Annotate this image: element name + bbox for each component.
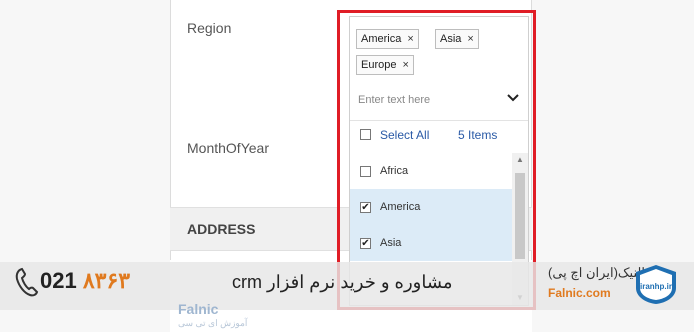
address-section-title: ADDRESS [187, 221, 256, 237]
watermark-logo: Falnic [178, 301, 219, 317]
brand-url: Falnic.com [548, 286, 611, 300]
phone-icon [15, 267, 39, 297]
logo-text: iranhp.ir [640, 282, 672, 291]
phone-prefix: 021 [40, 268, 77, 293]
brand-logo-icon: iranhp.ir [636, 265, 676, 304]
month-of-year-label: MonthOfYear [187, 140, 269, 156]
phone-number: 021 ۸۳۶۳ [40, 268, 130, 294]
banner-text: مشاوره و خرید نرم افزار crm [232, 272, 453, 292]
phone-digits: ۸۳۶۳ [82, 268, 131, 293]
watermark-subtext: آموزش ای تی سی [178, 318, 248, 328]
region-label: Region [187, 20, 232, 36]
